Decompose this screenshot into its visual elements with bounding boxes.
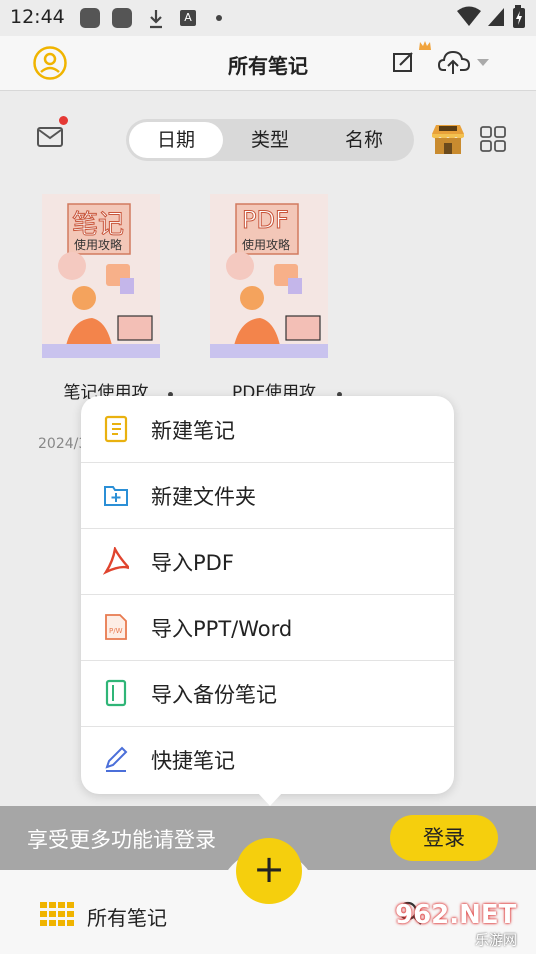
menu-item-label: 导入备份笔记: [151, 683, 277, 707]
status-time: 12:44: [10, 6, 65, 28]
folder-plus-icon: [104, 486, 128, 506]
thumbnail-subtitle: 使用攻略: [74, 238, 123, 252]
menu-item-quick-note[interactable]: 快捷笔记: [81, 726, 454, 792]
premium-crown-icon: [419, 41, 431, 50]
grid-view-icon[interactable]: [480, 126, 506, 152]
notification-app-icon: [112, 8, 132, 28]
menu-item-new-folder[interactable]: 新建文件夹: [81, 462, 454, 529]
note-date: 2024/3: [38, 436, 88, 452]
add-fab-button[interactable]: +: [236, 838, 302, 904]
pen-icon: [105, 746, 128, 772]
watermark-logo: 962.NET: [395, 900, 517, 930]
keyboard-icon: A: [180, 10, 196, 26]
nav-all-notes-label[interactable]: 所有笔记: [87, 902, 167, 931]
backup-icon: [105, 679, 127, 707]
ppt-word-icon: P/W: [105, 614, 127, 640]
add-menu-popup: 新建笔记 新建文件夹 导入PDF P/W 导入PPT/Word 导入备份笔记 快…: [81, 396, 454, 794]
menu-item-import-backup[interactable]: 导入备份笔记: [81, 660, 454, 727]
notification-badge: [59, 116, 68, 125]
more-notifications-dot: [216, 15, 222, 21]
note-thumbnail[interactable]: PDF 使用攻略: [210, 194, 328, 358]
svg-text:P/W: P/W: [109, 627, 123, 635]
tab-type[interactable]: 类型: [223, 122, 317, 158]
all-notes-grid-icon[interactable]: [40, 902, 74, 926]
pdf-icon: [103, 547, 129, 575]
tab-date[interactable]: 日期: [129, 122, 223, 158]
note-thumbnail[interactable]: 笔记 使用攻略: [42, 194, 160, 358]
status-bar: 12:44 A: [0, 0, 536, 36]
thumbnail-title: PDF: [242, 206, 290, 235]
download-icon: [150, 10, 162, 29]
edit-note-icon[interactable]: [392, 50, 416, 76]
menu-item-label: 快捷笔记: [151, 749, 235, 773]
notification-app-icon: [80, 8, 100, 28]
battery-icon: [513, 5, 525, 28]
notebook-icon: [104, 415, 128, 443]
menu-item-label: 导入PPT/Word: [151, 617, 293, 641]
thumbnail-subtitle: 使用攻略: [242, 238, 291, 252]
sort-segmented-control: 日期 类型 名称: [126, 119, 414, 161]
login-button[interactable]: 登录: [390, 815, 498, 861]
mail-icon[interactable]: [36, 124, 68, 150]
menu-item-label: 新建笔记: [151, 419, 235, 443]
menu-item-label: 导入PDF: [151, 551, 234, 575]
menu-item-import-ppt-word[interactable]: P/W 导入PPT/Word: [81, 594, 454, 661]
login-prompt-text: 享受更多功能请登录: [27, 828, 216, 852]
menu-pointer: [257, 792, 283, 806]
chevron-down-icon[interactable]: [476, 58, 490, 68]
menu-item-new-note[interactable]: 新建笔记: [81, 396, 454, 463]
app-header: 所有笔记: [0, 36, 536, 91]
store-icon[interactable]: [430, 122, 466, 156]
signal-icon: [488, 8, 504, 26]
menu-item-import-pdf[interactable]: 导入PDF: [81, 528, 454, 595]
cloud-upload-icon[interactable]: [438, 48, 470, 76]
watermark-sub: 乐游网: [475, 933, 517, 949]
tab-name[interactable]: 名称: [317, 122, 411, 158]
wifi-icon: [457, 6, 481, 26]
menu-item-label: 新建文件夹: [151, 485, 256, 509]
